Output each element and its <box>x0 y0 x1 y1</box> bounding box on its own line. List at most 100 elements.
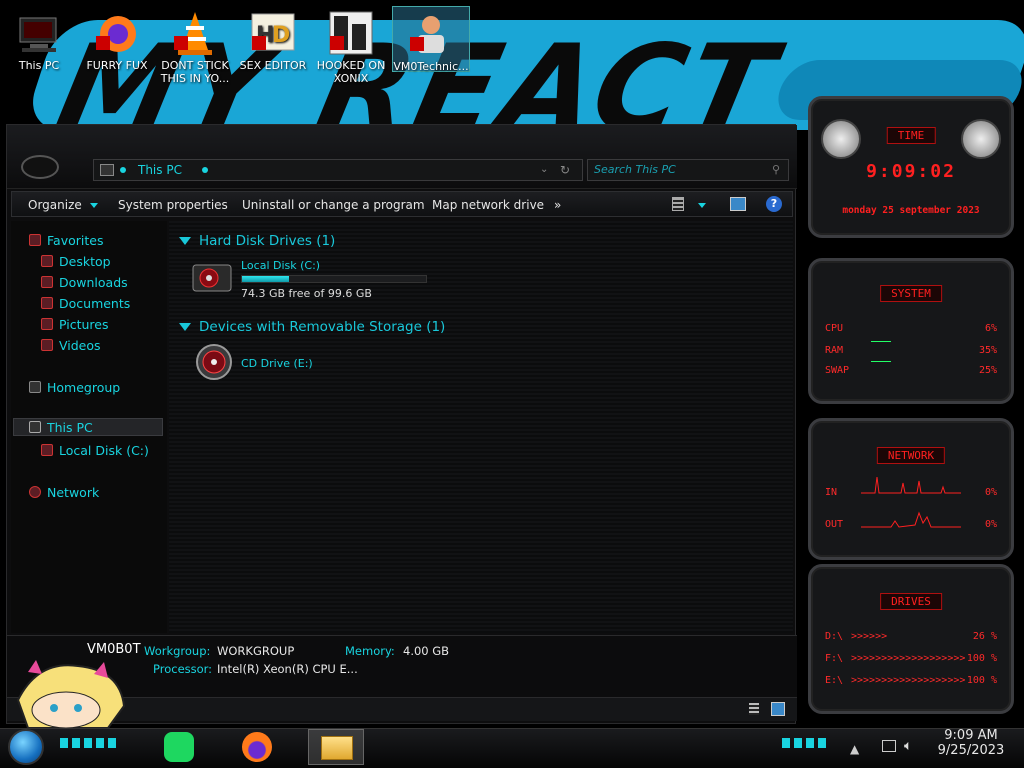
organize-button[interactable]: Organize <box>28 198 98 212</box>
nav-videos[interactable]: Videos <box>41 338 101 353</box>
gadget-title: SYSTEM <box>880 285 942 302</box>
net-in-value: 0% <box>984 487 997 498</box>
drive-f-bar: >>>>>>>>>>>>>>>>>>> <box>851 653 966 664</box>
hard-disk-icon <box>191 261 233 293</box>
preview-pane-icon[interactable] <box>730 197 746 211</box>
large-icons-view-icon[interactable] <box>771 702 785 716</box>
desktop-icon-label: HOOKED ON XONIX <box>316 59 386 85</box>
cpu-graph-line <box>871 341 891 342</box>
alien-logo-icon <box>821 119 861 159</box>
address-dot-icon <box>120 167 126 173</box>
picture-icon <box>41 318 53 330</box>
title-frame: This PC ⌄ ↻ Search This PC ⚲ <box>7 125 797 189</box>
ram-label: RAM <box>825 345 844 356</box>
show-hidden-icons-icon[interactable]: ▲ <box>850 742 859 756</box>
desktop-icon <box>41 255 53 267</box>
network-gadget[interactable]: NETWORK IN 0% OUT 0% <box>808 418 1014 560</box>
details-view-icon[interactable] <box>749 703 759 715</box>
drive-e-label: E:\ <box>825 675 844 686</box>
drive-d-label: D:\ <box>825 631 844 642</box>
desktop-icon-label: FURRY FUX <box>86 59 148 72</box>
computer-icon <box>29 421 41 433</box>
nav-desktop[interactable]: Desktop <box>41 254 111 269</box>
net-in-graph <box>861 476 961 494</box>
drive-item-local-disk[interactable]: Local Disk (C:) 74.3 GB free of 99.6 GB <box>191 257 431 305</box>
drive-usage-bar <box>241 275 427 283</box>
net-out-value: 0% <box>984 519 997 530</box>
collapse-chevron-icon <box>179 237 191 245</box>
taskbar-app-spotify[interactable] <box>160 730 198 764</box>
address-text: This PC <box>138 163 182 177</box>
command-bar: Organize System properties Uninstall or … <box>11 191 793 217</box>
drive-f-label: F:\ <box>825 653 844 664</box>
ram-value: 35% <box>978 345 997 356</box>
desktop-icon-this-pc[interactable]: This PC <box>0 6 78 72</box>
chevron-down-icon[interactable]: ⌄ <box>540 160 548 180</box>
workgroup-label: Workgroup: <box>144 644 211 658</box>
desktop-icon-sex-editor[interactable]: HD SEX EDITOR <box>234 6 312 72</box>
search-icon: ⚲ <box>771 163 780 176</box>
desktop-icon-label: VM0Technic... <box>393 60 469 73</box>
video-icon <box>41 339 53 351</box>
drive-d-bar: >>>>>> <box>851 631 888 642</box>
nav-network[interactable]: Network <box>29 485 99 500</box>
swap-label: SWAP <box>825 365 850 376</box>
star-icon <box>29 234 41 246</box>
drive-usage-fill <box>242 276 289 282</box>
search-input[interactable]: Search This PC ⚲ <box>587 159 789 181</box>
download-icon <box>41 276 53 288</box>
more-commands-button[interactable]: » <box>554 198 561 212</box>
system-properties-button[interactable]: System properties <box>118 198 228 212</box>
help-icon[interactable]: ? <box>766 196 782 212</box>
taskbar <box>0 728 1024 768</box>
desktop-icon-vm0technic[interactable]: VM0Technic... <box>392 6 470 73</box>
cd-drive-icon <box>195 343 233 381</box>
address-bar[interactable]: This PC ⌄ ↻ <box>93 159 583 181</box>
chevron-down-icon[interactable] <box>698 203 706 208</box>
memory-label: Memory: <box>345 644 395 658</box>
document-icon <box>41 297 53 309</box>
drives-gadget[interactable]: DRIVES D:\ >>>>>> 26 % F:\ >>>>>>>>>>>>>… <box>808 564 1014 714</box>
network-tray-icon[interactable] <box>882 740 896 752</box>
desktop-icon-dont-stick[interactable]: DONT STICK THIS IN YO... <box>156 6 234 85</box>
view-options-icon[interactable] <box>672 197 684 211</box>
taskbar-app-firefox[interactable] <box>238 730 276 764</box>
person-icon <box>408 11 454 57</box>
nav-local-disk[interactable]: Local Disk (C:) <box>41 443 149 458</box>
refresh-icon[interactable]: ↻ <box>560 160 570 180</box>
nav-this-pc[interactable]: This PC <box>29 420 93 435</box>
nav-documents[interactable]: Documents <box>41 296 130 311</box>
workgroup-value: WORKGROUP <box>217 644 295 658</box>
desktop-icon-hooked-on-xonix[interactable]: HOOKED ON XONIX <box>312 6 390 85</box>
chevron-down-icon <box>89 203 98 208</box>
taskbar-decor-right <box>782 738 826 748</box>
gadget-date: monday 25 september 2023 <box>842 205 980 216</box>
nav-favorites[interactable]: Favorites <box>29 233 103 248</box>
computer-icon <box>100 164 114 176</box>
group-hard-disk-drives[interactable]: Hard Disk Drives (1) <box>179 233 335 249</box>
desktop-icon-label: SEX EDITOR <box>239 59 307 72</box>
desktop-icon-furry-fux[interactable]: FURRY FUX <box>78 6 156 72</box>
net-out-label: OUT <box>825 519 844 530</box>
map-network-drive-button[interactable]: Map network drive <box>432 198 544 212</box>
time-gadget[interactable]: TIME 9:09:02 monday 25 september 2023 <box>808 96 1014 238</box>
system-gadget[interactable]: SYSTEM CPU 6% RAM 35% SWAP 25% <box>808 258 1014 404</box>
drive-free-space: 74.3 GB free of 99.6 GB <box>241 287 372 300</box>
nav-downloads[interactable]: Downloads <box>41 275 128 290</box>
cpu-value: 6% <box>984 323 997 334</box>
group-removable-storage[interactable]: Devices with Removable Storage (1) <box>179 319 445 335</box>
gadget-title: DRIVES <box>880 593 942 610</box>
taskbar-clock[interactable]: 9:09 AM 9/25/2023 <box>930 728 1012 758</box>
drive-f-value: 100 % <box>966 653 997 664</box>
start-orb-button[interactable] <box>8 729 44 765</box>
uninstall-program-button[interactable]: Uninstall or change a program <box>242 198 425 212</box>
net-out-graph <box>861 511 961 528</box>
taskbar-app-explorer[interactable] <box>308 729 364 765</box>
nav-homegroup[interactable]: Homegroup <box>29 380 120 395</box>
volume-tray-icon[interactable]: 🔈︎ <box>904 738 912 754</box>
drive-d-value: 26 % <box>972 631 997 642</box>
drive-item-cd-drive[interactable]: CD Drive (E:) <box>191 343 391 387</box>
nav-pictures[interactable]: Pictures <box>41 317 109 332</box>
navigation-orb-icon[interactable] <box>21 155 59 179</box>
drive-e-value: 100 % <box>966 675 997 686</box>
